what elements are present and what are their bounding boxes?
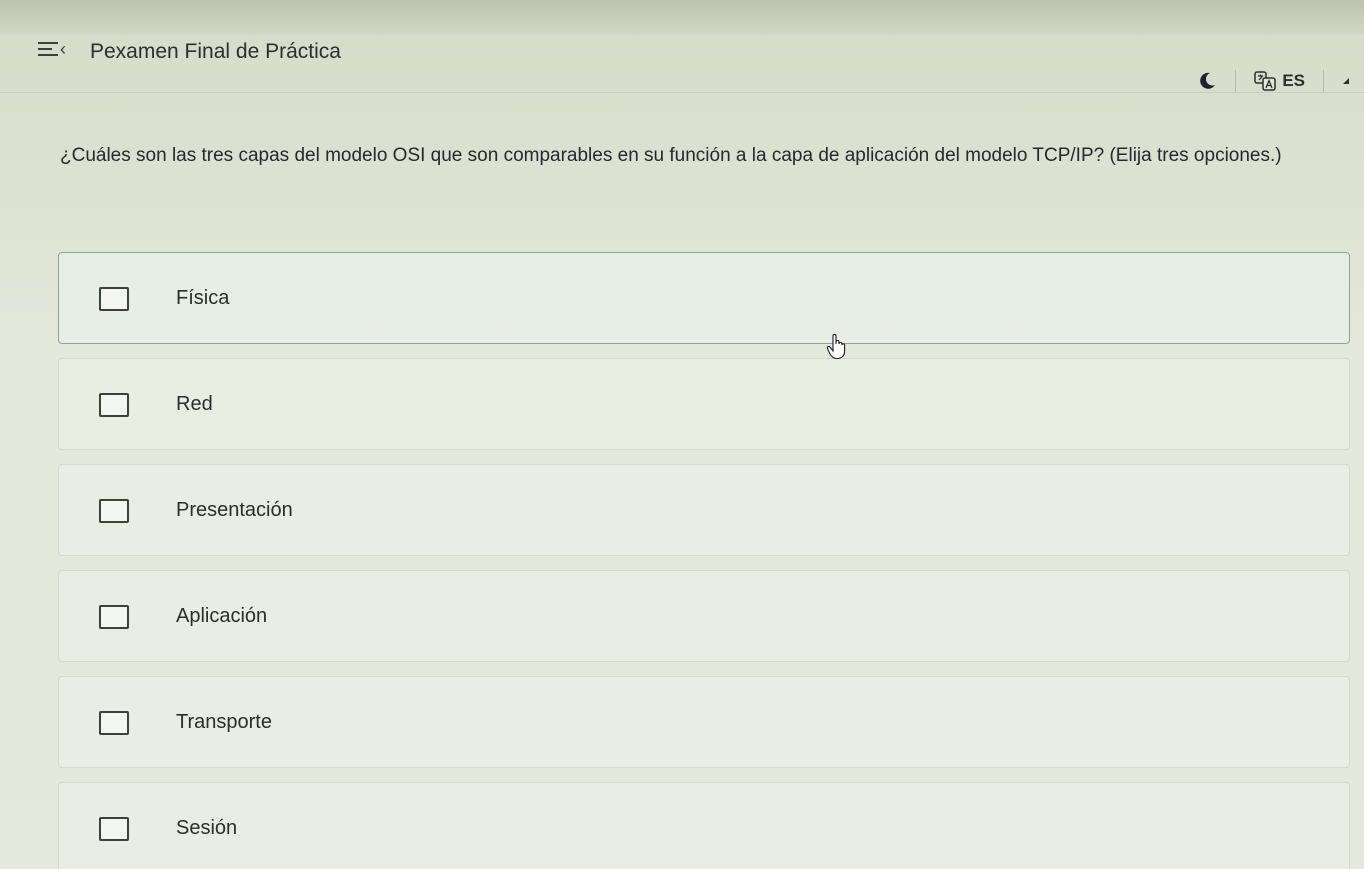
divider <box>1235 70 1237 92</box>
option-label: Física <box>176 287 230 309</box>
chevron-left-icon: ‹ <box>60 39 66 59</box>
hand-cursor-icon <box>826 334 846 360</box>
option-label: Red <box>176 393 213 415</box>
header-tools: ES <box>1197 66 1350 96</box>
arrow-icon[interactable] <box>1342 77 1350 85</box>
language-code: ES <box>1282 71 1305 90</box>
divider <box>1323 70 1324 92</box>
page-title: Pexamen Final de Práctica <box>90 40 341 63</box>
option-aplicacion[interactable]: Aplicación <box>58 570 1350 662</box>
option-label: Transporte <box>176 711 272 733</box>
option-transporte[interactable]: Transporte <box>58 676 1350 768</box>
option-label: Presentación <box>176 499 293 521</box>
checkbox[interactable] <box>99 605 129 629</box>
checkbox[interactable] <box>99 711 129 735</box>
checkbox[interactable] <box>99 287 129 311</box>
option-sesion[interactable]: Sesión <box>58 782 1350 869</box>
question-text: ¿Cuáles son las tres capas del modelo OS… <box>60 145 1282 166</box>
menu-button[interactable]: ‹ <box>38 38 82 60</box>
option-fisica[interactable]: Física <box>58 252 1350 344</box>
exam-page: ‹ Pexamen Final de Práctica ES ¿Cuáles s… <box>0 0 1364 869</box>
option-label: Aplicación <box>176 605 268 627</box>
hamburger-icon <box>38 42 58 56</box>
header-bar: ‹ Pexamen Final de Práctica <box>0 28 1364 93</box>
language-selector[interactable]: ES <box>1254 71 1305 91</box>
checkbox[interactable] <box>99 499 129 523</box>
checkbox[interactable] <box>99 817 129 841</box>
option-label: Sesión <box>176 817 238 839</box>
options-list: Física Red Presentación Aplicación Trans… <box>58 252 1350 869</box>
option-red[interactable]: Red <box>58 358 1350 450</box>
moon-icon[interactable] <box>1197 71 1217 91</box>
translate-icon <box>1254 71 1277 91</box>
checkbox[interactable] <box>99 393 129 417</box>
option-presentacion[interactable]: Presentación <box>58 464 1350 556</box>
